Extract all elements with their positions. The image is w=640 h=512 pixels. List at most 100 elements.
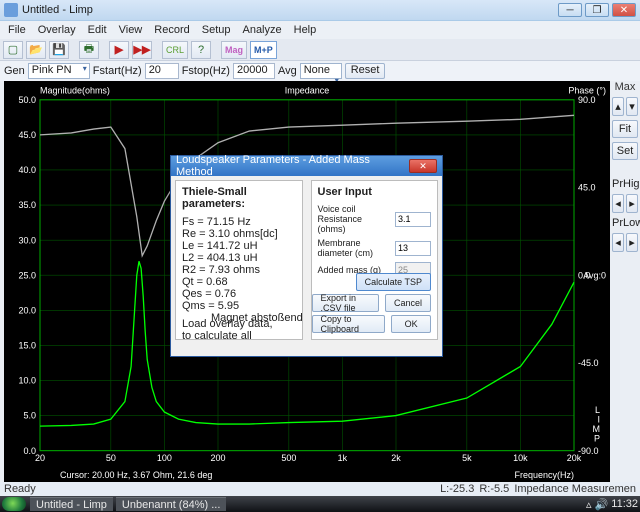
windows-taskbar[interactable]: Untitled - Limp Unbenannt (84%) ... ▵ 🔊 …	[0, 496, 640, 512]
fstart-input[interactable]: 20	[145, 63, 179, 79]
avg-select[interactable]: None	[300, 63, 342, 79]
prhigh-left[interactable]: ◂	[612, 194, 624, 213]
mp-button[interactable]: M+P	[250, 41, 277, 59]
cancel-button[interactable]: Cancel	[385, 294, 431, 312]
copy-button[interactable]: Copy to Clipboard	[312, 315, 386, 333]
svg-text:30.0: 30.0	[19, 235, 36, 245]
dialog-close-icon[interactable]: ✕	[409, 159, 437, 173]
svg-text:Cursor: 20.00 Hz, 3.67 Ohm, 21: Cursor: 20.00 Hz, 3.67 Ohm, 21.6 deg	[60, 470, 212, 480]
svg-text:20: 20	[35, 453, 45, 463]
record-icon[interactable]: ▶	[109, 41, 129, 59]
up-button[interactable]: ▴	[612, 97, 624, 116]
tsp-line: L2 = 404.13 uH	[182, 252, 296, 264]
minimize-button[interactable]: ─	[558, 3, 582, 17]
vcr-input[interactable]	[395, 212, 431, 227]
crl-button[interactable]: CRL	[162, 41, 188, 59]
menu-overlay[interactable]: Overlay	[32, 24, 82, 36]
question-icon[interactable]: ?	[191, 41, 211, 59]
svg-text:-90.0: -90.0	[578, 446, 598, 456]
svg-text:15.0: 15.0	[19, 340, 36, 350]
fstart-label: Fstart(Hz)	[93, 65, 142, 77]
set-button[interactable]: Set	[612, 142, 638, 160]
prlow-label: PrLow	[612, 217, 638, 229]
gen-label: Gen	[4, 65, 25, 77]
tsp-line: Le = 141.72 uH	[182, 240, 296, 252]
status-bar: Ready L:-25.3 R:-5.5 Impedance Measureme…	[0, 482, 640, 496]
new-icon[interactable]: ▢	[3, 41, 23, 59]
svg-text:10.0: 10.0	[19, 375, 36, 385]
gen-select[interactable]: Pink PN	[28, 63, 90, 79]
svg-text:50: 50	[106, 453, 116, 463]
close-button[interactable]: ✕	[612, 3, 636, 17]
menu-help[interactable]: Help	[288, 24, 323, 36]
max-label: Max	[612, 81, 638, 93]
task-paint[interactable]: Unbenannt (84%) ...	[116, 497, 226, 511]
tsp-hint: to calculate all parameters!	[182, 330, 296, 340]
menu-analyze[interactable]: Analyze	[236, 24, 287, 36]
svg-text:Phase (°): Phase (°)	[568, 85, 606, 95]
menu-edit[interactable]: Edit	[82, 24, 113, 36]
record-stop-icon[interactable]: ▶▶	[132, 41, 152, 59]
svg-text:45.0: 45.0	[578, 182, 595, 192]
tray-icon[interactable]: 🔊	[595, 498, 609, 511]
fit-button[interactable]: Fit	[612, 120, 638, 138]
svg-text:0.0: 0.0	[23, 446, 36, 456]
tsp-line: Qms = 5.95	[182, 300, 296, 312]
tsp-line: R2 = 7.93 ohms	[182, 264, 296, 276]
menu-record[interactable]: Record	[148, 24, 195, 36]
tray-icon[interactable]: ▵	[586, 498, 592, 511]
fstop-input[interactable]: 20000	[233, 63, 275, 79]
svg-text:P: P	[594, 433, 600, 443]
prlow-right[interactable]: ▸	[626, 233, 638, 252]
avg-label: Avg	[278, 65, 297, 77]
window-title: Untitled - Limp	[22, 4, 555, 16]
svg-text:100: 100	[157, 453, 172, 463]
toolbar-signal: Gen Pink PN Fstart(Hz) 20 Fstop(Hz) 2000…	[0, 61, 640, 81]
svg-text:Frequency(Hz): Frequency(Hz)	[515, 470, 574, 480]
svg-text:5.0: 5.0	[23, 411, 36, 421]
app-icon	[4, 3, 18, 17]
status-l: L:-25.3	[440, 483, 474, 495]
svg-text:-45.0: -45.0	[578, 358, 598, 368]
status-ready: Ready	[4, 483, 36, 495]
toolbar-main: ▢ 📂 💾 🖶 ▶ ▶▶ CRL ? Mag M+P	[0, 39, 640, 61]
menu-view[interactable]: View	[113, 24, 149, 36]
diam-input[interactable]	[395, 241, 431, 256]
status-r: R:-5.5	[479, 483, 509, 495]
down-button[interactable]: ▾	[626, 97, 638, 116]
export-button[interactable]: Export in .CSV file	[312, 294, 379, 312]
svg-text:Impedance: Impedance	[285, 85, 329, 95]
svg-text:50.0: 50.0	[19, 95, 36, 105]
clock[interactable]: 11:32	[611, 498, 638, 510]
tsp-dialog: Loudspeaker Parameters - Added Mass Meth…	[170, 155, 443, 357]
user-input-pane: User Input Voice coil Resistance (ohms) …	[311, 180, 439, 340]
open-icon[interactable]: 📂	[26, 41, 46, 59]
user-annotation: Magnet abstoßend	[211, 312, 303, 324]
diam-label: Membrane diameter (cm)	[318, 238, 392, 258]
svg-text:10k: 10k	[513, 453, 528, 463]
svg-text:Magnitude(ohms): Magnitude(ohms)	[40, 85, 110, 95]
prlow-left[interactable]: ◂	[612, 233, 624, 252]
svg-text:5k: 5k	[462, 453, 472, 463]
print-icon[interactable]: 🖶	[79, 41, 99, 59]
dialog-title-bar[interactable]: Loudspeaker Parameters - Added Mass Meth…	[171, 156, 442, 176]
mag-button[interactable]: Mag	[221, 41, 247, 59]
task-limp[interactable]: Untitled - Limp	[30, 497, 113, 511]
title-bar: Untitled - Limp ─ ❐ ✕	[0, 0, 640, 21]
start-button[interactable]	[2, 497, 26, 511]
reset-button[interactable]: Reset	[345, 63, 386, 79]
fstop-label: Fstop(Hz)	[182, 65, 230, 77]
svg-text:Avg:0: Avg:0	[583, 270, 606, 280]
maximize-button[interactable]: ❐	[585, 3, 609, 17]
side-controls: Max ▴▾ Fit Set PrHigh ◂▸ PrLow ◂▸	[612, 81, 638, 252]
svg-text:25.0: 25.0	[19, 270, 36, 280]
prhigh-right[interactable]: ▸	[626, 194, 638, 213]
save-icon[interactable]: 💾	[49, 41, 69, 59]
menu-setup[interactable]: Setup	[196, 24, 237, 36]
calculate-button[interactable]: Calculate TSP	[356, 273, 431, 291]
status-mode: Impedance Measuremen	[514, 483, 636, 495]
svg-text:200: 200	[210, 453, 225, 463]
tsp-line: Fs = 71.15 Hz	[182, 216, 296, 228]
menu-file[interactable]: File	[2, 24, 32, 36]
ok-button[interactable]: OK	[391, 315, 431, 333]
